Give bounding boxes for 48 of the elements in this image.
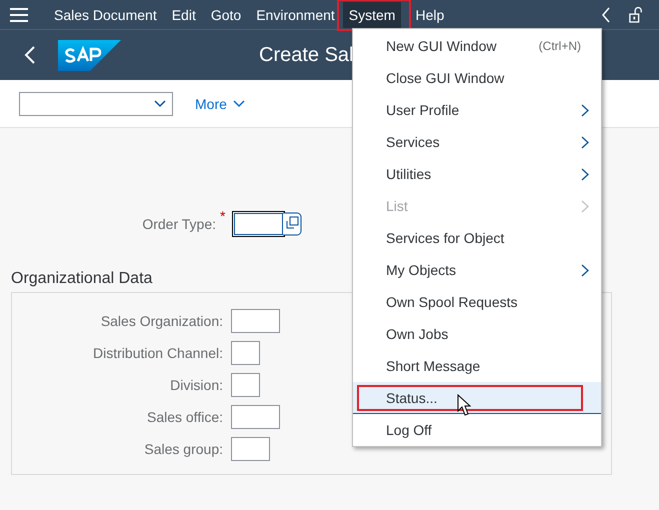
input-field[interactable] <box>231 309 280 333</box>
field-label: Sales office: <box>146 409 223 425</box>
logo-icon <box>58 40 121 70</box>
field-label: Order Type: <box>141 216 216 232</box>
menu-item[interactable]: Utilities <box>353 158 601 190</box>
chevron-icon <box>581 264 589 276</box>
chevron-icon <box>581 168 589 180</box>
shortcut-label: (Ctrl+N) <box>538 39 581 53</box>
field-label: Distribution Channel: <box>92 345 223 361</box>
menu-item[interactable]: New GUI Window (Ctrl+N) <box>353 30 601 62</box>
menu-item[interactable]: Services <box>353 126 601 158</box>
lock-icon[interactable] <box>629 6 643 22</box>
menu-bar-item[interactable]: Goto <box>204 2 248 28</box>
menu-bar-item[interactable]: System <box>342 2 402 28</box>
field-label: Sales group: <box>143 441 223 457</box>
chevron-icon <box>581 200 589 212</box>
menu-item[interactable]: Log Off <box>353 414 601 446</box>
menu-bar-item[interactable]: Environment <box>250 2 341 28</box>
menu-item[interactable]: Short Message <box>353 350 601 382</box>
input-field[interactable] <box>231 341 260 365</box>
field-label: Division: <box>169 377 223 393</box>
menu-icon[interactable] <box>10 8 28 22</box>
input-field[interactable] <box>231 373 260 397</box>
menu-item[interactable]: Own Jobs <box>353 318 601 350</box>
value-help-icon[interactable] <box>283 212 304 236</box>
back-icon[interactable] <box>24 46 36 64</box>
menu-bar-item[interactable]: Sales Document <box>48 2 163 28</box>
menu-item[interactable]: My Objects <box>353 254 601 286</box>
caret-icon <box>232 100 245 108</box>
field-label: Sales Organization: <box>100 313 223 329</box>
menu-item[interactable]: Own Spool Requests <box>353 286 601 318</box>
menu-item[interactable]: Close GUI Window <box>353 62 601 94</box>
section-title: Organizational Data <box>11 270 152 288</box>
more-button[interactable]: More <box>195 96 245 112</box>
input-field[interactable] <box>231 405 280 429</box>
chevron-icon <box>581 136 589 148</box>
menu-item[interactable]: User Profile <box>353 94 601 126</box>
menu-bar-item[interactable]: Edit <box>166 2 202 28</box>
menu-item[interactable]: Status... <box>353 382 601 414</box>
caret-icon <box>154 100 166 108</box>
menu-bar-item[interactable]: Help <box>409 2 450 28</box>
mouse-pointer-icon <box>457 394 471 416</box>
chevron-icon <box>581 104 589 116</box>
required-mark: * <box>220 208 226 224</box>
dropdown-field[interactable] <box>19 92 173 116</box>
menu-item[interactable]: Services for Object <box>353 222 601 254</box>
input-field[interactable] <box>231 437 270 461</box>
page-title: Create Sal <box>259 44 354 66</box>
